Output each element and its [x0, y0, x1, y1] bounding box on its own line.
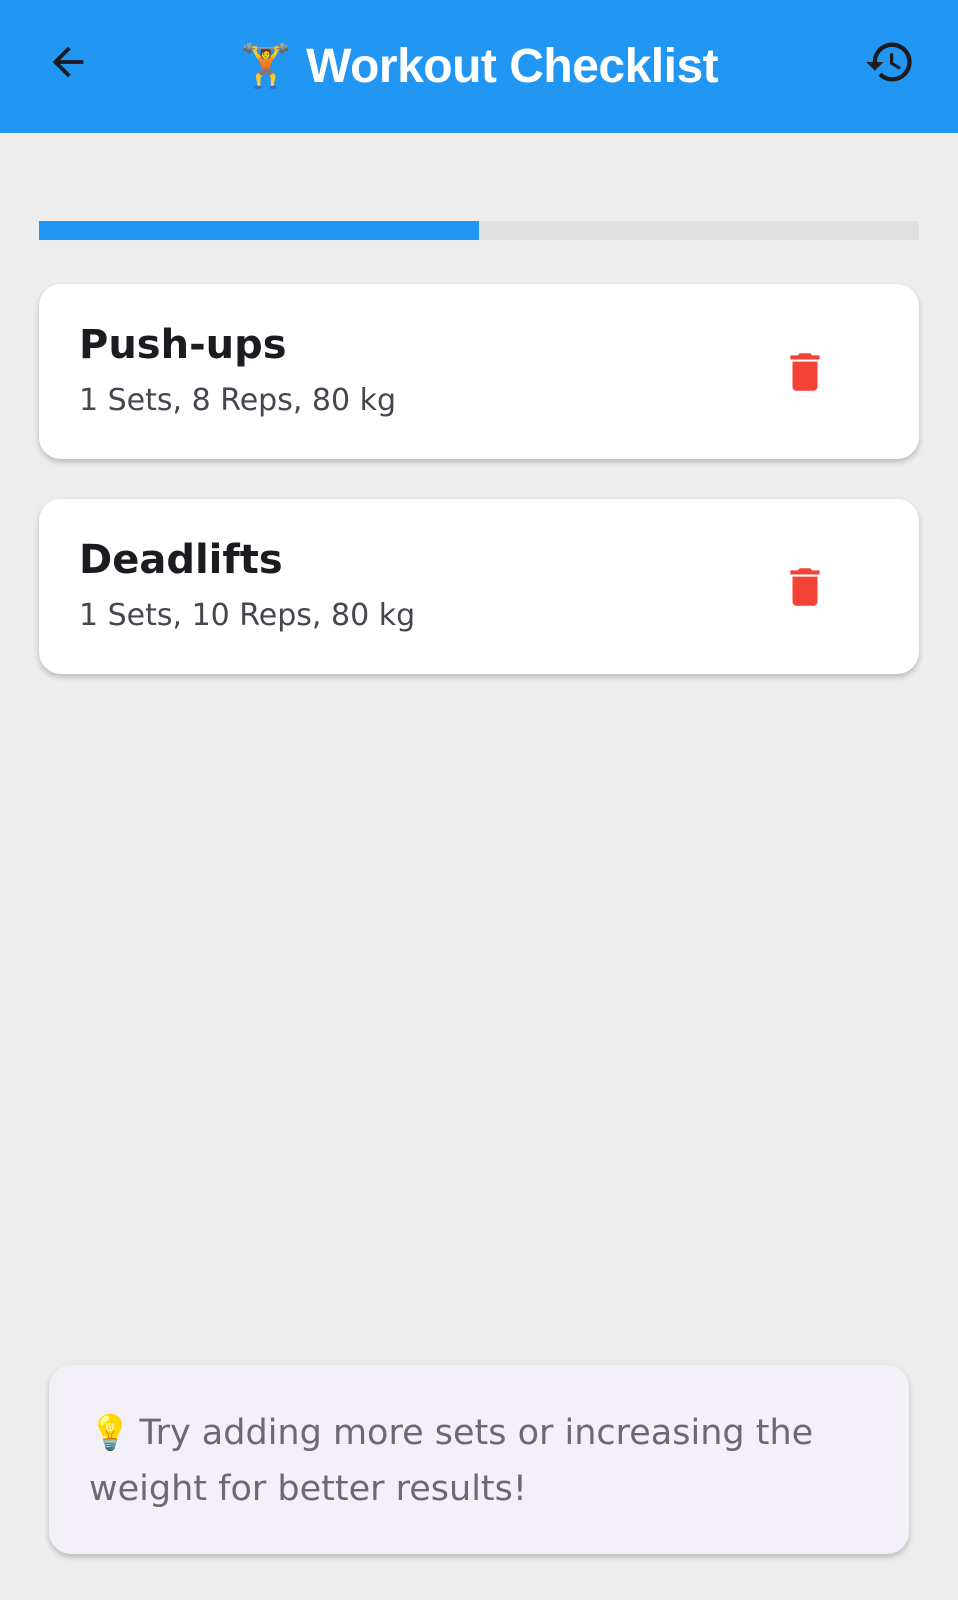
- trash-icon: [790, 568, 820, 606]
- tip-card: 💡 Try adding more sets or increasing the …: [49, 1365, 909, 1554]
- delete-exercise-button[interactable]: [773, 340, 837, 404]
- exercise-detail: 1 Sets, 8 Reps, 80 kg: [79, 383, 397, 418]
- delete-exercise-button[interactable]: [773, 555, 837, 619]
- exercise-name: Deadlifts: [79, 537, 283, 583]
- history-icon: [866, 42, 912, 82]
- tip-text: Try adding more sets or increasing the w…: [89, 1413, 814, 1509]
- history-button[interactable]: [860, 32, 920, 92]
- trash-icon: [790, 353, 820, 391]
- app-bar: 🏋️ Workout Checklist: [0, 0, 958, 133]
- exercise-card[interactable]: Deadlifts 1 Sets, 10 Reps, 80 kg: [39, 499, 919, 674]
- lightbulb-icon: 💡: [89, 1413, 132, 1453]
- workout-progress-bar: [39, 221, 919, 240]
- exercise-card[interactable]: Push-ups 1 Sets, 8 Reps, 80 kg: [39, 284, 919, 459]
- progress-fill: [39, 221, 479, 240]
- page-title-text: Workout Checklist: [306, 39, 719, 93]
- page-title: 🏋️ Workout Checklist: [0, 36, 958, 96]
- exercise-name: Push-ups: [79, 322, 287, 368]
- weightlifter-icon: 🏋️: [239, 41, 293, 90]
- workout-checklist-screen: 🏋️ Workout Checklist Push-ups 1 Sets, 8 …: [0, 0, 958, 1600]
- exercise-detail: 1 Sets, 10 Reps, 80 kg: [79, 598, 416, 633]
